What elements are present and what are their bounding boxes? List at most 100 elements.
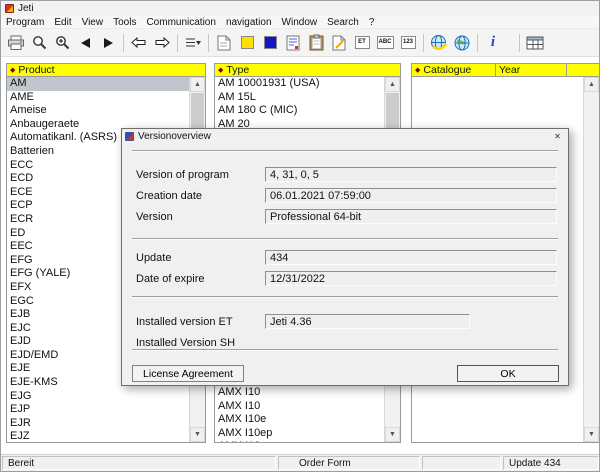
- group-separator: [132, 238, 558, 240]
- list-item[interactable]: AM 10001931 (USA): [215, 77, 384, 91]
- column-header-catalogue[interactable]: ◆ Catalogue: [412, 64, 496, 76]
- status-update: Update 434: [503, 456, 599, 470]
- scroll-up-icon[interactable]: ▲: [584, 77, 599, 92]
- license-agreement-button[interactable]: License Agreement: [132, 365, 244, 382]
- status-order-form: Order Form: [278, 456, 420, 470]
- catalogue-header-row: ◆ Catalogue Year: [412, 64, 599, 77]
- scroll-down-icon[interactable]: ▼: [190, 427, 205, 442]
- scroll-up-icon[interactable]: ▲: [190, 77, 205, 92]
- blue-square-icon[interactable]: [259, 32, 281, 54]
- last-page-icon[interactable]: [151, 32, 173, 54]
- yellow-square-icon[interactable]: [236, 32, 258, 54]
- type-header-label: Type: [226, 64, 249, 76]
- menu-item-view[interactable]: View: [77, 16, 109, 28]
- list-item[interactable]: AMX I10ep: [215, 427, 384, 441]
- column-header-empty: [567, 64, 599, 76]
- field-label: Date of expire: [136, 273, 204, 285]
- field-row: Installed version ET Jeti 4.36: [136, 314, 555, 329]
- year-header-label: Year: [499, 64, 520, 76]
- status-empty: [422, 456, 501, 470]
- menubar: Program Edit View Tools Communication na…: [1, 16, 599, 29]
- print-icon[interactable]: [5, 32, 27, 54]
- dialog-icon: [125, 132, 134, 141]
- menu-item-window[interactable]: Window: [277, 16, 323, 28]
- list-dropdown-icon[interactable]: [182, 32, 204, 54]
- globe-icon[interactable]: [451, 32, 473, 54]
- list-item[interactable]: AMX I10: [215, 400, 384, 414]
- info-icon[interactable]: i: [482, 32, 504, 54]
- dialog-titlebar: Versionoverview ✕: [122, 129, 568, 143]
- list-item[interactable]: AME: [7, 91, 189, 105]
- column-header-year[interactable]: Year: [496, 64, 567, 76]
- document-icon[interactable]: [213, 32, 235, 54]
- list-item[interactable]: AM 180 C (MIC): [215, 104, 384, 118]
- globe-update-icon[interactable]: [428, 32, 450, 54]
- list-item[interactable]: EJP: [7, 403, 189, 417]
- field-row: Version Professional 64-bit: [136, 209, 555, 224]
- version-overview-dialog: Versionoverview ✕ Version of program 4, …: [121, 128, 569, 386]
- list-item[interactable]: EJG: [7, 390, 189, 404]
- field-label: Installed Version SH: [136, 337, 235, 349]
- order-form-icon[interactable]: [282, 32, 304, 54]
- field-row: Installed Version SH: [136, 335, 555, 350]
- installed-version-sh-value: [265, 335, 557, 350]
- menu-item-search[interactable]: Search: [322, 16, 364, 28]
- status-ready: Bereit: [2, 456, 276, 470]
- group-separator: [132, 150, 558, 152]
- list-item[interactable]: AM: [7, 77, 189, 91]
- column-header-type[interactable]: ◆ Type: [215, 64, 400, 77]
- list-item[interactable]: Ameise: [7, 104, 189, 118]
- list-item[interactable]: EJZ: [7, 430, 189, 442]
- scroll-up-icon[interactable]: ▲: [385, 77, 400, 92]
- list-item[interactable]: AM 15L: [215, 91, 384, 105]
- menu-item-communication[interactable]: Communication: [141, 16, 220, 28]
- zoom-icon[interactable]: [28, 32, 50, 54]
- app-icon: [5, 4, 14, 13]
- column-header-product[interactable]: ◆ Product: [7, 64, 205, 77]
- list-item[interactable]: EJR: [7, 417, 189, 431]
- toolbar-separator: [423, 34, 424, 52]
- type-list-lower: AMX I10 AMX I10 AMX I10e AMX I10ep AMX I…: [215, 386, 384, 442]
- forward-icon[interactable]: [97, 32, 119, 54]
- menu-item-edit[interactable]: Edit: [49, 16, 76, 28]
- menu-item-tools[interactable]: Tools: [108, 16, 141, 28]
- version-value: Professional 64-bit: [265, 209, 557, 224]
- menu-item-program[interactable]: Program: [1, 16, 49, 28]
- et-parts-icon[interactable]: ET: [351, 32, 373, 54]
- group-separator: [132, 349, 558, 351]
- group-separator: [132, 296, 558, 298]
- parts-table-icon[interactable]: [524, 32, 546, 54]
- numeric-search-icon[interactable]: 123: [397, 32, 419, 54]
- list-item[interactable]: AMX I10e: [215, 413, 384, 427]
- field-label: Version: [136, 211, 173, 223]
- menu-item-navigation[interactable]: navigation: [221, 16, 277, 28]
- scroll-down-icon[interactable]: ▼: [385, 427, 400, 442]
- window-title: Jeti: [18, 3, 34, 14]
- list-item[interactable]: AMX I10ep: [215, 440, 384, 442]
- page-edit-icon[interactable]: [328, 32, 350, 54]
- back-icon[interactable]: [74, 32, 96, 54]
- field-row: Version of program 4, 31, 0, 5: [136, 167, 555, 182]
- ok-button[interactable]: OK: [457, 365, 559, 382]
- clipboard-icon[interactable]: [305, 32, 327, 54]
- first-page-icon[interactable]: [128, 32, 150, 54]
- app-window: Jeti Program Edit View Tools Communicati…: [0, 0, 600, 472]
- field-row: Update 434: [136, 250, 555, 265]
- dialog-title: Versionoverview: [138, 131, 211, 142]
- toolbar-separator: [477, 34, 478, 52]
- field-label: Version of program: [136, 169, 229, 181]
- scroll-down-icon[interactable]: ▼: [584, 427, 599, 442]
- sort-diamond-icon: ◆: [218, 67, 223, 74]
- field-label: Update: [136, 252, 171, 264]
- product-header-label: Product: [18, 64, 54, 76]
- toolbar-separator: [519, 34, 520, 52]
- catalogue-scrollbar[interactable]: ▲ ▼: [583, 77, 599, 442]
- menu-item-help[interactable]: ?: [364, 16, 380, 28]
- toolbar-separator: [208, 34, 209, 52]
- field-row: Creation date 06.01.2021 07:59:00: [136, 188, 555, 203]
- field-label: Installed version ET: [136, 316, 233, 328]
- list-item[interactable]: AMX I10: [215, 386, 384, 400]
- zoom-in-icon[interactable]: [51, 32, 73, 54]
- close-icon[interactable]: ✕: [550, 130, 565, 142]
- abc-search-icon[interactable]: ABC: [374, 32, 396, 54]
